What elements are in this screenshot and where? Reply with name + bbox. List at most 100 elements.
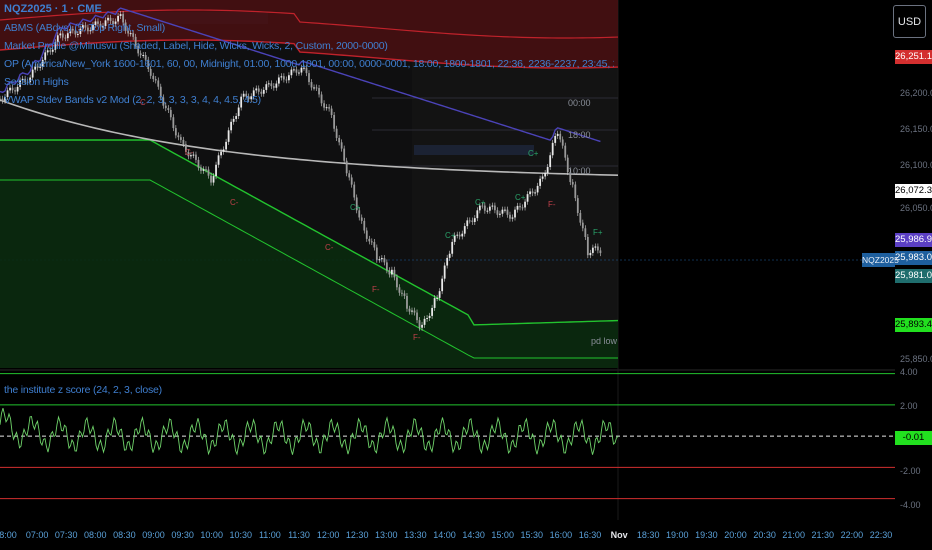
- zscore-current-tag: -0.01: [895, 431, 932, 445]
- candle-body: [418, 320, 421, 328]
- session-label-pd-low: pd low: [591, 336, 618, 346]
- candle-body: [576, 198, 579, 213]
- candle-body: [230, 121, 233, 131]
- candle-body: [549, 155, 552, 168]
- candle-body: [586, 236, 589, 256]
- time-tick: 21:00: [782, 530, 805, 540]
- candle-body: [443, 265, 446, 279]
- candle-body: [323, 103, 325, 108]
- candle-body: [574, 184, 577, 199]
- zscore-tick: -2.00: [900, 466, 921, 476]
- currency-button[interactable]: USD: [893, 5, 926, 38]
- candle-body: [524, 201, 526, 208]
- candle-body: [581, 222, 584, 229]
- candle-body: [318, 88, 320, 95]
- candle-body: [217, 155, 220, 165]
- signal-marker: F+: [593, 228, 603, 237]
- zscore-tick: -4.00: [900, 500, 921, 510]
- price-tag-lower-band: 25,893.49: [895, 318, 932, 332]
- candle-body: [205, 169, 207, 171]
- zscore-tick: 4.00: [900, 367, 918, 377]
- indicator-label-op[interactable]: OP (America/New_York 1600-1601, 60, 00, …: [4, 58, 614, 70]
- candle-body: [413, 310, 416, 313]
- signal-marker: F-: [413, 333, 421, 342]
- candle-body: [11, 87, 14, 91]
- candle-body: [343, 148, 346, 161]
- candle-body: [225, 141, 227, 150]
- time-tick: 22:00: [840, 530, 864, 540]
- candle-body: [179, 137, 182, 140]
- candle-body: [521, 207, 524, 209]
- candle-body: [280, 76, 283, 78]
- candle-body: [363, 220, 366, 231]
- candle-body: [365, 230, 368, 239]
- candle-body: [458, 234, 461, 237]
- candle-body: [232, 118, 235, 122]
- candle-body: [589, 252, 592, 256]
- candle-body: [237, 107, 240, 117]
- price-tag-vwap: 26,072.33: [895, 184, 932, 198]
- time-tick: 21:30: [811, 530, 835, 540]
- session-header-box: [414, 145, 534, 155]
- candle-body: [536, 185, 539, 193]
- indicator-label-zscore[interactable]: the institute z score (24, 2, 3, close): [4, 384, 162, 396]
- candle-body: [353, 184, 356, 198]
- indicator-label-market-profile[interactable]: Market Profile @Minusvu (Shaded, Label, …: [4, 40, 388, 52]
- candle-body: [509, 214, 511, 219]
- time-tick: 20:00: [724, 530, 747, 540]
- candle-body: [438, 291, 441, 298]
- candle-body: [584, 228, 587, 237]
- time-tick: 07:30: [54, 530, 78, 540]
- candle-body: [310, 82, 313, 88]
- candle-body: [463, 226, 466, 234]
- time-tick: 13:30: [404, 530, 427, 540]
- signal-marker: C+: [515, 193, 526, 202]
- chart-canvas[interactable]: C-C-C-C-F-F-C+C+C+C+F-F+C+: [0, 0, 932, 550]
- candle-body: [431, 307, 433, 316]
- candle-body: [202, 169, 205, 171]
- candle-body: [9, 87, 11, 91]
- time-tick: 22:30: [869, 530, 893, 540]
- time-tick: 19:00: [666, 530, 689, 540]
- time-tick: 10:00: [200, 530, 223, 540]
- candle-body: [403, 293, 406, 296]
- candle-body: [164, 105, 167, 109]
- candle-body: [370, 241, 373, 243]
- candle-body: [554, 135, 557, 143]
- candle-body: [262, 89, 265, 94]
- candle-body: [423, 318, 426, 325]
- price-tick: 25,850.00: [900, 354, 932, 364]
- zscore-line: [0, 407, 619, 456]
- time-tick: 08:00: [84, 530, 107, 540]
- candle-body: [0, 98, 1, 100]
- candle-body: [200, 167, 202, 171]
- candle-body: [64, 37, 67, 39]
- time-tick: 09:00: [142, 530, 165, 540]
- candle-body: [599, 250, 602, 254]
- candle-body: [154, 79, 157, 81]
- time-tick: 11:30: [288, 530, 310, 540]
- candle-body: [177, 135, 180, 138]
- candle-body: [531, 191, 534, 194]
- candle-body: [235, 116, 238, 119]
- candle-body: [139, 53, 142, 56]
- candle-body: [325, 107, 328, 109]
- candle-body: [14, 90, 16, 92]
- candle-body: [61, 33, 64, 38]
- time-tick: 07:00: [25, 530, 49, 540]
- candle-body: [471, 220, 474, 222]
- time-tick: 10:30: [229, 530, 253, 540]
- time-tick: 13:00: [375, 530, 398, 540]
- indicator-label-session-highs[interactable]: Session Highs: [4, 76, 69, 88]
- candle-body: [383, 258, 386, 263]
- candle-body: [272, 86, 275, 88]
- indicator-label-abms[interactable]: ABMS (ABdvs) (5, Top Right, Small): [4, 22, 165, 34]
- time-tick: 12:00: [316, 530, 340, 540]
- candle-body: [330, 108, 333, 116]
- candle-body: [285, 79, 288, 81]
- time-tick: 15:30: [520, 530, 544, 540]
- indicator-label-vwap[interactable]: VWAP Stdev Bands v2 Mod (2, 2, 3, 3, 3, …: [4, 94, 261, 106]
- time-tick: 14:30: [462, 530, 485, 540]
- candle-body: [516, 205, 519, 210]
- time-tick: 09:30: [171, 530, 194, 540]
